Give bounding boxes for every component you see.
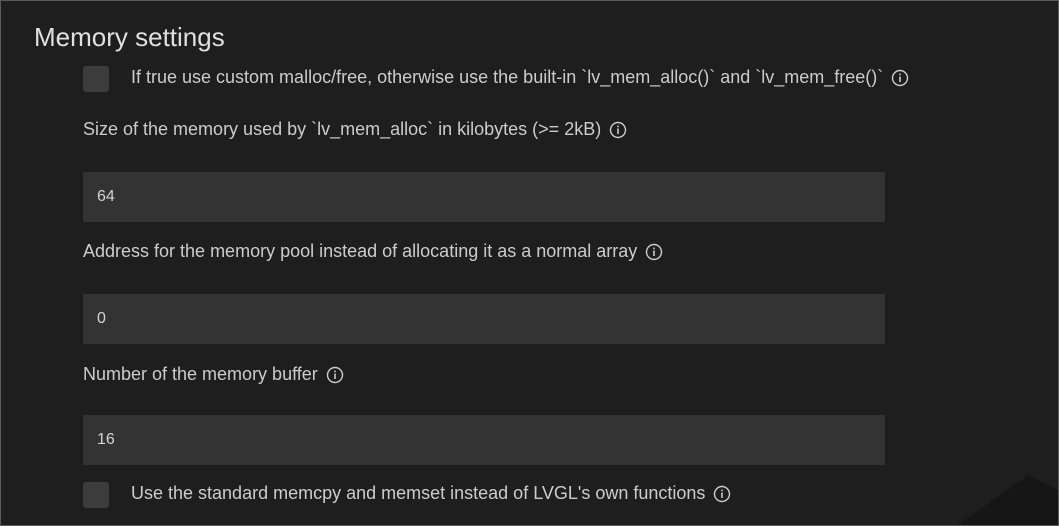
info-icon[interactable] — [891, 69, 909, 87]
info-icon[interactable] — [645, 243, 663, 261]
std-memcpy-checkbox[interactable] — [83, 482, 109, 508]
mem-address-label: Address for the memory pool instead of a… — [83, 241, 638, 261]
mem-buffer-row: Number of the memory buffer — [83, 364, 344, 385]
mem-size-row: Size of the memory used by `lv_mem_alloc… — [83, 119, 627, 140]
custom-malloc-checkbox[interactable] — [83, 66, 109, 92]
mem-buffer-input[interactable]: 16 — [83, 415, 885, 465]
mem-address-input[interactable]: 0 — [83, 294, 885, 344]
custom-malloc-row: If true use custom malloc/free, otherwis… — [131, 67, 909, 88]
section-title: Memory settings — [34, 22, 225, 52]
std-memcpy-label: Use the standard memcpy and memset inste… — [131, 483, 706, 503]
decorative-corner-shape — [958, 475, 1058, 525]
info-icon[interactable] — [609, 121, 627, 139]
mem-address-row: Address for the memory pool instead of a… — [83, 241, 663, 262]
info-icon[interactable] — [326, 366, 344, 384]
std-memcpy-row: Use the standard memcpy and memset inste… — [131, 483, 731, 504]
memory-settings-panel: Memory settings If true use custom mallo… — [0, 0, 1059, 526]
info-icon[interactable] — [713, 485, 731, 503]
mem-size-label: Size of the memory used by `lv_mem_alloc… — [83, 119, 602, 139]
mem-buffer-label: Number of the memory buffer — [83, 364, 318, 384]
custom-malloc-label: If true use custom malloc/free, otherwis… — [131, 67, 884, 87]
mem-size-input[interactable]: 64 — [83, 172, 885, 222]
